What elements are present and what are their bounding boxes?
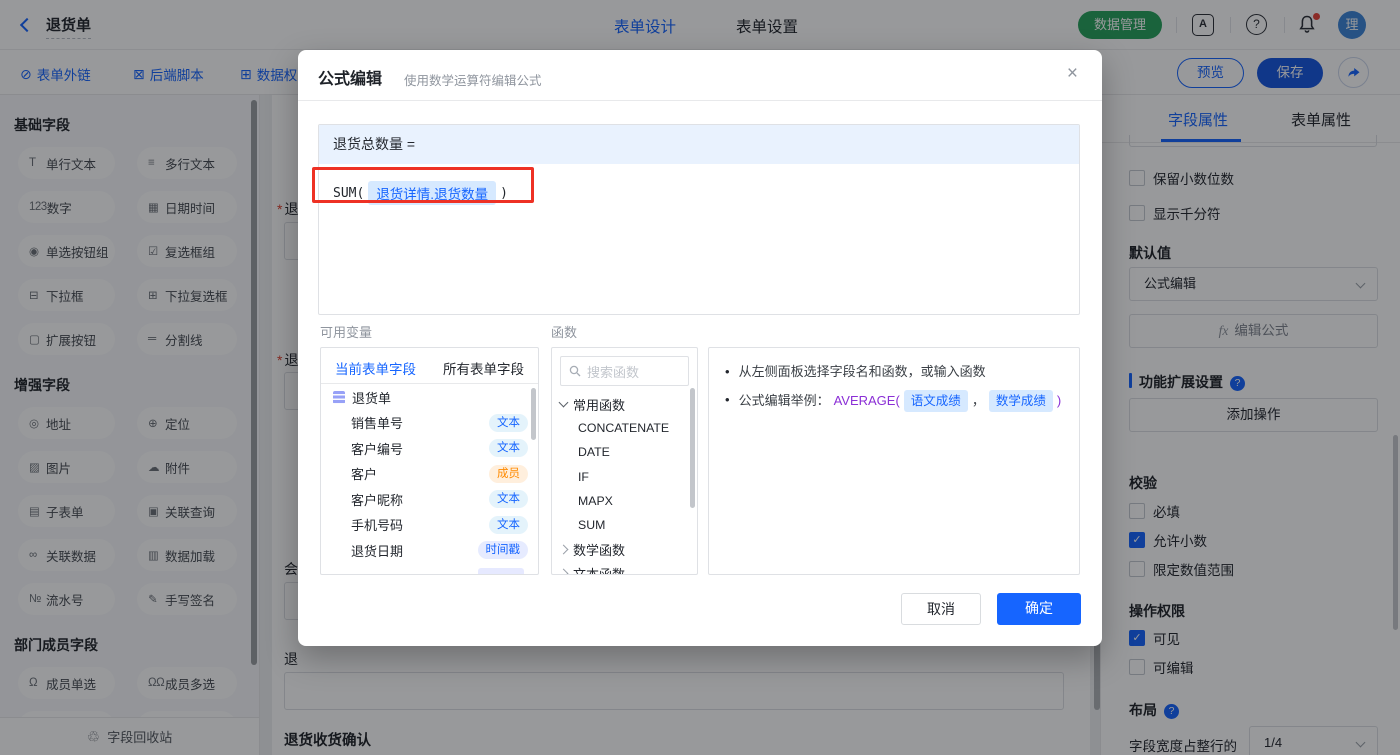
confirm-button[interactable]: 确定: [997, 593, 1081, 625]
tab-current-form-fields[interactable]: 当前表单字段: [335, 358, 416, 378]
chevron-right-icon: [558, 544, 569, 555]
modal-subtitle: 使用数学运算符编辑公式: [404, 74, 542, 88]
formula-func-open: SUM(: [333, 185, 365, 201]
field-type-badge: 文本: [489, 413, 528, 432]
formula-editor-modal: 公式编辑 使用数学运算符编辑公式 × 退货总数量 = SUM( 退货详情.退货数…: [298, 50, 1102, 646]
functions-tree: 常用函数 CONCATENATE DATE IF MAPX SUM 数学函数 文: [552, 392, 697, 574]
close-icon[interactable]: ×: [1067, 63, 1078, 85]
group-text-functions[interactable]: 文本函数: [552, 561, 697, 574]
function-item[interactable]: SUM: [552, 513, 697, 537]
field-type-badge: 文本: [489, 515, 528, 534]
formula-target-label: 退货总数量 =: [319, 125, 1079, 164]
form-doc-icon: [333, 390, 345, 404]
field-type-badge: 成员: [489, 464, 528, 483]
tree-root-form[interactable]: 退货单: [321, 384, 538, 410]
partial-badge: [478, 568, 524, 574]
functions-panel: 搜索函数 常用函数 CONCATENATE DATE IF MAPX SUM 数…: [551, 347, 698, 575]
function-item[interactable]: IF: [552, 465, 697, 489]
example-token: 语文成绩: [903, 390, 968, 412]
variable-row[interactable]: 退货日期 时间戳: [321, 538, 538, 564]
function-item[interactable]: DATE: [552, 440, 697, 464]
variable-row[interactable]: 客户 成员: [321, 461, 538, 487]
tab-all-form-fields[interactable]: 所有表单字段: [443, 358, 524, 378]
search-placeholder: 搜索函数: [587, 364, 640, 380]
tips-panel: • 从左侧面板选择字段名和函数，或输入函数 • 公式编辑举例： AVERAGE(语文…: [708, 347, 1080, 575]
cancel-button[interactable]: 取消: [901, 593, 981, 625]
example-token: 数学成绩: [988, 390, 1053, 412]
example-close-paren: ): [1056, 393, 1062, 408]
formula-editor-box[interactable]: 退货总数量 = SUM( 退货详情.退货数量 ): [318, 124, 1080, 315]
chevron-down-icon: [558, 397, 569, 408]
variable-row[interactable]: 客户昵称 文本: [321, 487, 538, 513]
variable-rows: 销售单号 文本 客户编号 文本 客户 成员 客户昵称 文本 手机号码 文本 退货日期 时间戳: [321, 410, 538, 563]
field-type-badge: 文本: [489, 439, 528, 458]
variables-scrollbar[interactable]: [531, 388, 536, 440]
modal-header-divider: [298, 100, 1102, 101]
bullet-icon: •: [725, 364, 730, 379]
variable-row[interactable]: 客户编号 文本: [321, 436, 538, 462]
group-common-functions[interactable]: 常用函数: [552, 392, 697, 416]
variables-tabs: 当前表单字段 所有表单字段: [321, 348, 538, 384]
variables-tree: 退货单 销售单号 文本 客户编号 文本 客户 成员 客户昵称 文本 手机号码 文本 退货日…: [321, 384, 538, 574]
bullet-icon: •: [725, 392, 730, 407]
variables-panel: 当前表单字段 所有表单字段 退货单 销售单号 文本 客户编号 文本 客户 成员 客户昵…: [320, 347, 539, 575]
group-math-functions[interactable]: 数学函数: [552, 537, 697, 561]
formula-expression[interactable]: SUM( 退货详情.退货数量 ): [333, 181, 508, 205]
function-item[interactable]: MAPX: [552, 489, 697, 513]
functions-label: 函数: [551, 325, 578, 340]
search-icon: [569, 365, 581, 377]
field-type-badge: 时间戳: [477, 541, 528, 560]
variable-row[interactable]: 手机号码 文本: [321, 512, 538, 538]
modal-title: 公式编辑: [318, 71, 383, 88]
variable-row[interactable]: 销售单号 文本: [321, 410, 538, 436]
function-items: CONCATENATE DATE IF MAPX SUM: [552, 416, 697, 537]
tip-line-1: • 从左侧面板选择字段名和函数，或输入函数: [725, 362, 1063, 382]
function-item[interactable]: CONCATENATE: [552, 416, 697, 440]
formula-field-token[interactable]: 退货详情.退货数量: [368, 181, 497, 205]
variables-label: 可用变量: [320, 325, 373, 340]
example-function-name: AVERAGE(: [833, 393, 900, 408]
tip-line-2: • 公式编辑举例： AVERAGE(语文成绩，数学成绩): [725, 390, 1063, 412]
functions-scrollbar[interactable]: [690, 388, 695, 508]
field-type-badge: 文本: [489, 490, 528, 509]
chevron-right-icon: [558, 568, 569, 574]
formula-func-close: ): [500, 185, 508, 201]
function-search-input[interactable]: 搜索函数: [560, 356, 689, 386]
app-window: 退货单 表单设计 表单设置 数据管理 A ? 理 ⊘ 表单外链 ⊠ 后端脚本 ⊞ 数据…: [0, 0, 1400, 755]
